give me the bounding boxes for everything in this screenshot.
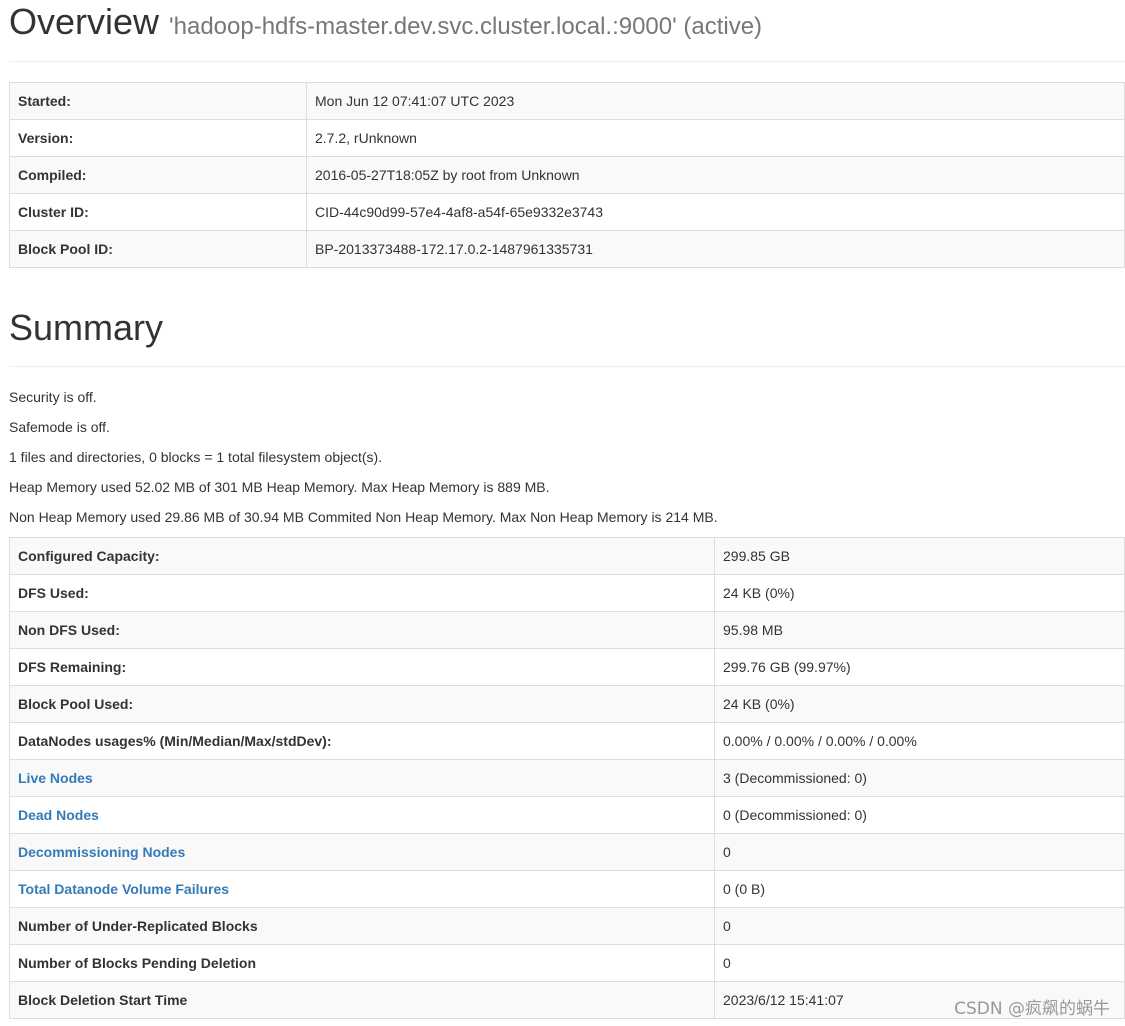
table-row: Block Pool ID: BP-2013373488-172.17.0.2-… (9, 230, 1125, 268)
decommissioning-nodes-link[interactable]: Decommissioning Nodes (18, 844, 185, 860)
row-label: Block Deletion Start Time (9, 981, 715, 1019)
row-value: 3 (Decommissioned: 0) (714, 759, 1125, 797)
table-row: Compiled: 2016-05-27T18:05Z by root from… (9, 156, 1125, 194)
table-row: DFS Used: 24 KB (0%) (9, 574, 1125, 612)
table-row: Configured Capacity: 299.85 GB (9, 537, 1125, 575)
row-value: BP-2013373488-172.17.0.2-1487961335731 (306, 230, 1125, 268)
live-nodes-link[interactable]: Live Nodes (18, 770, 93, 786)
safemode-status: Safemode is off. (9, 419, 110, 435)
row-label: Number of Blocks Pending Deletion (9, 944, 715, 982)
row-value: 0 (0 B) (714, 870, 1125, 908)
overview-heading: Overview 'hadoop-hdfs-master.dev.svc.clu… (9, 0, 762, 44)
row-label: Number of Under-Replicated Blocks (9, 907, 715, 945)
row-label-cell: Dead Nodes (9, 796, 715, 834)
row-value: 0 (Decommissioned: 0) (714, 796, 1125, 834)
row-value: 2.7.2, rUnknown (306, 119, 1125, 157)
row-value: CID-44c90d99-57e4-4af8-a54f-65e9332e3743 (306, 193, 1125, 231)
overview-table: Started: Mon Jun 12 07:41:07 UTC 2023 Ve… (9, 82, 1125, 268)
table-row: DataNodes usages% (Min/Median/Max/stdDev… (9, 722, 1125, 760)
table-row: Total Datanode Volume Failures 0 (0 B) (9, 870, 1125, 908)
row-value: 95.98 MB (714, 611, 1125, 649)
row-value: 24 KB (0%) (714, 574, 1125, 612)
overview-divider (9, 61, 1125, 62)
overview-title: Overview (9, 1, 160, 42)
row-label: Cluster ID: (9, 193, 307, 231)
table-row: Number of Under-Replicated Blocks 0 (9, 907, 1125, 945)
row-label: DFS Remaining: (9, 648, 715, 686)
row-label: Version: (9, 119, 307, 157)
summary-title: Summary (9, 307, 164, 348)
table-row: Started: Mon Jun 12 07:41:07 UTC 2023 (9, 82, 1125, 120)
volume-failures-link[interactable]: Total Datanode Volume Failures (18, 881, 229, 897)
table-row: Dead Nodes 0 (Decommissioned: 0) (9, 796, 1125, 834)
row-label: DFS Used: (9, 574, 715, 612)
row-label: Configured Capacity: (9, 537, 715, 575)
dead-nodes-link[interactable]: Dead Nodes (18, 807, 99, 823)
table-row: Live Nodes 3 (Decommissioned: 0) (9, 759, 1125, 797)
row-label: Compiled: (9, 156, 307, 194)
security-status: Security is off. (9, 389, 97, 405)
heap-memory: Heap Memory used 52.02 MB of 301 MB Heap… (9, 479, 550, 495)
table-row: Block Pool Used: 24 KB (0%) (9, 685, 1125, 723)
row-label-cell: Total Datanode Volume Failures (9, 870, 715, 908)
row-value: Mon Jun 12 07:41:07 UTC 2023 (306, 82, 1125, 120)
row-value: 0.00% / 0.00% / 0.00% / 0.00% (714, 722, 1125, 760)
row-label: Non DFS Used: (9, 611, 715, 649)
row-label: Block Pool Used: (9, 685, 715, 723)
non-heap-memory: Non Heap Memory used 29.86 MB of 30.94 M… (9, 509, 718, 525)
row-value: 0 (714, 833, 1125, 871)
row-value: 299.76 GB (99.97%) (714, 648, 1125, 686)
row-label: DataNodes usages% (Min/Median/Max/stdDev… (9, 722, 715, 760)
row-label-cell: Decommissioning Nodes (9, 833, 715, 871)
row-value: 2016-05-27T18:05Z by root from Unknown (306, 156, 1125, 194)
row-value: 0 (714, 907, 1125, 945)
filesystem-objects: 1 files and directories, 0 blocks = 1 to… (9, 449, 383, 465)
summary-table: Configured Capacity: 299.85 GB DFS Used:… (9, 537, 1125, 1019)
row-label: Started: (9, 82, 307, 120)
summary-divider (9, 366, 1125, 367)
row-value: 0 (714, 944, 1125, 982)
table-row: Decommissioning Nodes 0 (9, 833, 1125, 871)
row-label: Block Pool ID: (9, 230, 307, 268)
row-value: 299.85 GB (714, 537, 1125, 575)
csdn-watermark: CSDN @疯飙的蜗牛 (954, 999, 1110, 1019)
table-row: Cluster ID: CID-44c90d99-57e4-4af8-a54f-… (9, 193, 1125, 231)
table-row: DFS Remaining: 299.76 GB (99.97%) (9, 648, 1125, 686)
table-row: Non DFS Used: 95.98 MB (9, 611, 1125, 649)
table-row: Number of Blocks Pending Deletion 0 (9, 944, 1125, 982)
overview-subtitle: 'hadoop-hdfs-master.dev.svc.cluster.loca… (169, 13, 763, 40)
row-label-cell: Live Nodes (9, 759, 715, 797)
row-value: 24 KB (0%) (714, 685, 1125, 723)
table-row: Version: 2.7.2, rUnknown (9, 119, 1125, 157)
